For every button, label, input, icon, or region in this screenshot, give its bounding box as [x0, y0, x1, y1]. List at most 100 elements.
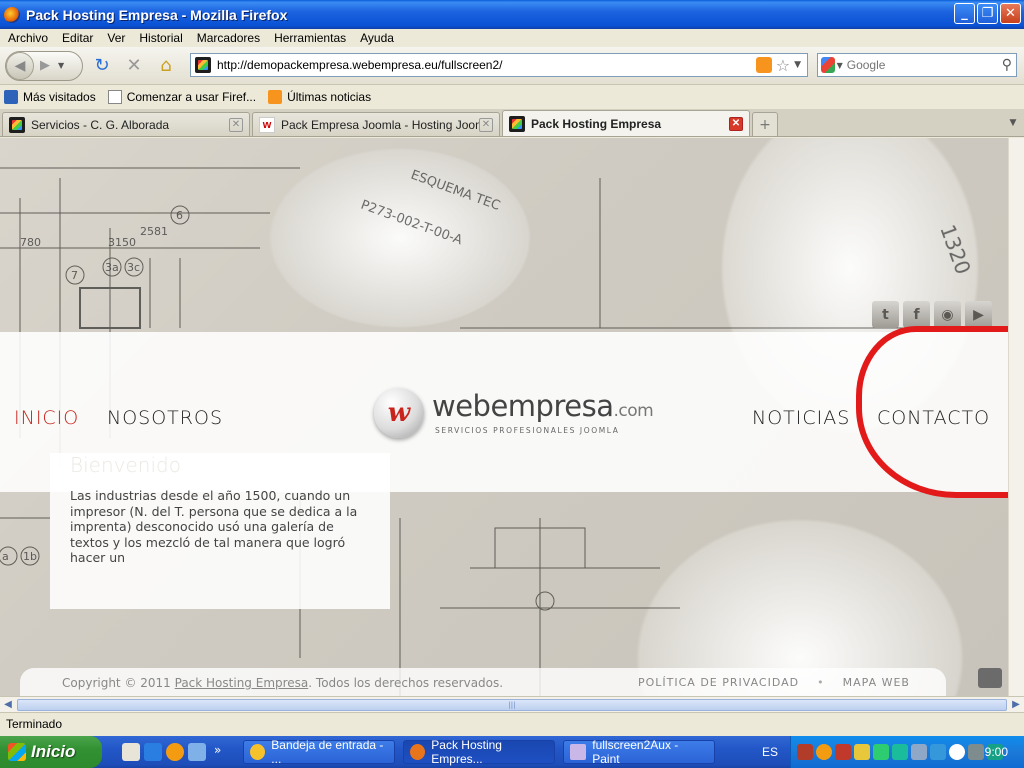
- tab-servicios[interactable]: Servicios - C. G. Alborada ✕: [2, 112, 250, 136]
- menu-archivo[interactable]: Archivo: [0, 31, 55, 45]
- task-label: Bandeja de entrada - ...: [271, 738, 384, 766]
- search-input[interactable]: [846, 58, 1002, 72]
- window-titlebar[interactable]: Pack Hosting Empresa - Mozilla Firefox _…: [0, 0, 1024, 29]
- url-dropdown-icon[interactable]: ▼: [794, 60, 801, 70]
- tab-pack-empresa-joomla[interactable]: w Pack Empresa Joomla - Hosting Joomla ✕: [252, 112, 500, 136]
- search-icon[interactable]: ⚲: [1002, 57, 1012, 73]
- minimize-button[interactable]: _: [954, 3, 975, 24]
- google-icon[interactable]: [821, 57, 835, 73]
- tray-app-icon[interactable]: [797, 744, 813, 760]
- joomla-icon: [9, 116, 25, 133]
- task-firefox[interactable]: Pack Hosting Empres...: [403, 738, 556, 766]
- tray-shield-icon[interactable]: [854, 744, 870, 760]
- facebook-icon[interactable]: f: [903, 301, 930, 328]
- welcome-body: Las industrias desde el año 1500, cuando…: [70, 488, 358, 565]
- vertical-scrollbar[interactable]: [1008, 138, 1024, 696]
- url-bar[interactable]: http://demopackempresa.webempresa.eu/ful…: [190, 53, 808, 77]
- menu-ayuda[interactable]: Ayuda: [353, 31, 401, 45]
- app-quicklaunch-icon[interactable]: [188, 743, 206, 761]
- scroll-right-icon[interactable]: ▶: [1008, 697, 1024, 713]
- bookmark-label: Más visitados: [23, 90, 96, 104]
- tray-display-icon[interactable]: [911, 744, 927, 760]
- system-tray: 9:00: [790, 736, 1024, 768]
- url-text[interactable]: http://demopackempresa.webempresa.eu/ful…: [217, 58, 756, 72]
- start-label: Inicio: [31, 742, 76, 761]
- forward-button[interactable]: ▶: [34, 58, 56, 73]
- nav-noticias[interactable]: NOTICIAS: [752, 407, 850, 429]
- quicklaunch-more-icon[interactable]: »: [214, 743, 221, 761]
- tray-network-icon[interactable]: [873, 744, 889, 760]
- start-button[interactable]: Inicio: [0, 736, 102, 768]
- rss-feed-icon[interactable]: [755, 57, 772, 73]
- window-title: Pack Hosting Empresa - Mozilla Firefox: [26, 6, 288, 23]
- tray-acrobat-icon[interactable]: [835, 744, 851, 760]
- firefox-icon: [4, 6, 20, 23]
- horizontal-scrollbar[interactable]: ◀ ||| ▶: [0, 696, 1024, 712]
- bookmark-folder-icon: [4, 90, 18, 104]
- task-bandeja-entrada[interactable]: Bandeja de entrada - ...: [243, 738, 396, 766]
- rss-icon: [268, 90, 283, 104]
- reload-button[interactable]: ↻: [89, 53, 115, 79]
- internet-explorer-icon[interactable]: [144, 743, 162, 761]
- bookmark-comenzar[interactable]: Comenzar a usar Firef...: [107, 90, 256, 104]
- tab-close-icon[interactable]: ✕: [479, 117, 493, 132]
- svg-text:a: a: [2, 550, 9, 563]
- desktop-icon[interactable]: [122, 743, 140, 761]
- privacy-link[interactable]: POLÍTICA DE PRIVACIDAD: [638, 676, 799, 689]
- svg-text:3a: 3a: [105, 261, 119, 274]
- tab-close-icon[interactable]: ✕: [729, 116, 743, 131]
- menu-editar[interactable]: Editar: [55, 31, 100, 45]
- svg-text:ESQUEMA TEC: ESQUEMA TEC: [409, 168, 502, 214]
- firefox-quicklaunch-icon[interactable]: [166, 743, 184, 761]
- bookmark-mas-visitados[interactable]: Más visitados: [4, 90, 96, 104]
- scroll-thumb[interactable]: |||: [17, 698, 1007, 711]
- tab-list-dropdown-icon[interactable]: ▼: [1004, 112, 1022, 134]
- twitter-icon[interactable]: t: [872, 301, 899, 328]
- youtube-icon[interactable]: ▶: [965, 301, 992, 328]
- menu-historial[interactable]: Historial: [132, 31, 189, 45]
- svg-text:3c: 3c: [127, 261, 140, 274]
- tab-pack-hosting-empresa[interactable]: Pack Hosting Empresa ✕: [502, 110, 750, 136]
- bookmark-label: Últimas noticias: [287, 90, 372, 104]
- history-dropdown-icon[interactable]: ▼: [58, 61, 64, 70]
- logo-suffix: .com: [613, 401, 654, 421]
- nav-nosotros[interactable]: NOSOTROS: [107, 407, 223, 429]
- language-indicator[interactable]: ES: [756, 736, 784, 768]
- home-button[interactable]: ⌂: [153, 53, 179, 79]
- svg-text:6: 6: [176, 209, 183, 222]
- task-label: fullscreen2Aux - Paint: [592, 738, 679, 766]
- tray-messenger-icon[interactable]: [930, 744, 946, 760]
- svg-text:780: 780: [20, 236, 41, 249]
- svg-text:2581: 2581: [140, 225, 168, 238]
- scroll-left-icon[interactable]: ◀: [0, 697, 16, 713]
- rss-icon[interactable]: ◉: [934, 301, 961, 328]
- site-logo[interactable]: w webempresa.com SERVICIOS PROFESIONALES…: [374, 388, 654, 438]
- close-button[interactable]: ✕: [1000, 3, 1021, 24]
- logo-brand: webempresa.com: [432, 391, 654, 426]
- svg-text:3150: 3150: [108, 236, 136, 249]
- search-engine-dropdown-icon[interactable]: ▼: [837, 61, 843, 70]
- menu-ver[interactable]: Ver: [100, 31, 132, 45]
- stop-button[interactable]: ✕: [121, 53, 147, 79]
- new-tab-button[interactable]: +: [752, 112, 778, 136]
- sitemap-link[interactable]: MAPA WEB: [843, 676, 910, 689]
- tray-volume-icon[interactable]: [968, 744, 984, 760]
- menu-marcadores[interactable]: Marcadores: [190, 31, 267, 45]
- tray-firefox-icon[interactable]: [816, 744, 832, 760]
- tab-close-icon[interactable]: ✕: [229, 117, 243, 132]
- tray-sync-icon[interactable]: [892, 744, 908, 760]
- search-bar[interactable]: ▼ ⚲: [817, 53, 1017, 77]
- restore-button[interactable]: ❐: [977, 3, 998, 24]
- bookmark-star-icon[interactable]: ☆: [776, 56, 790, 75]
- tray-panda-icon[interactable]: [949, 744, 965, 760]
- mail-icon: [250, 744, 266, 760]
- copyright-link[interactable]: Pack Hosting Empresa: [175, 676, 309, 690]
- task-paint[interactable]: fullscreen2Aux - Paint: [563, 738, 716, 766]
- bookmark-ultimas-noticias[interactable]: Últimas noticias: [268, 90, 371, 104]
- menu-herramientas[interactable]: Herramientas: [267, 31, 353, 45]
- fullscreen-toggle-button[interactable]: [978, 668, 1002, 688]
- nav-inicio[interactable]: INICIO: [14, 407, 79, 429]
- page-content: 780 3150 2581 6 7 3a 3c a 1b ESQUEMA TEC…: [0, 138, 1008, 696]
- logo-mark: w: [387, 398, 411, 428]
- back-button[interactable]: ◀: [6, 51, 34, 80]
